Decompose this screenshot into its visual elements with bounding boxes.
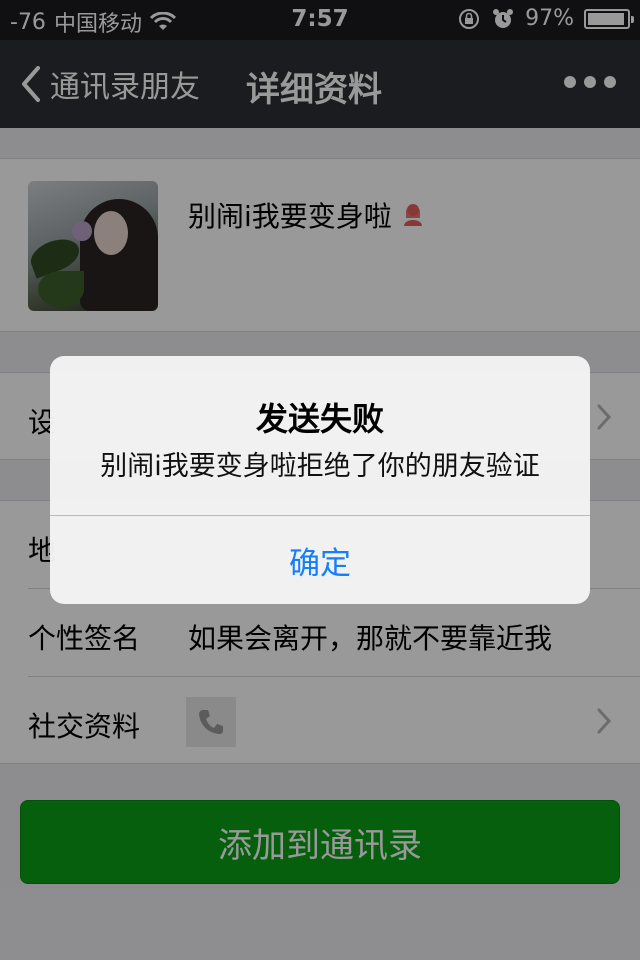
alert-message: 别闹i我要变身啦拒绝了你的朋友验证 bbox=[100, 451, 540, 482]
alert-dialog: 发送失败 别闹i我要变身啦拒绝了你的朋友验证 确定 bbox=[50, 356, 590, 604]
alert-title: 发送失败 bbox=[255, 400, 384, 438]
alert-confirm-button[interactable]: 确定 bbox=[50, 516, 590, 604]
